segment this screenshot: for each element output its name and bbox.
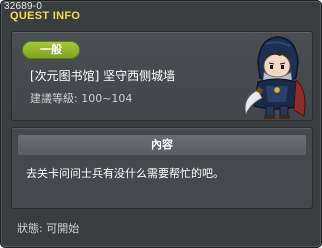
npc-portrait-icon — [244, 36, 306, 119]
content-header: 內容 — [18, 135, 306, 155]
quest-category-badge: 一般 — [22, 41, 80, 59]
recommended-level: 建議等級: 100~104 — [30, 92, 133, 105]
window-title: QUEST INFO — [10, 10, 81, 22]
content-text: 去关卡问问士兵有没什么需要帮忙的吧。 — [26, 167, 224, 180]
quest-info-window: 32689-0 QUEST INFO 一般 [次元图书馆] 坚守西侧城墙 建議等… — [0, 0, 322, 248]
quest-name: [次元图书馆] 坚守西侧城墙 — [30, 69, 176, 83]
quest-summary-panel: 一般 [次元图书馆] 坚守西侧城墙 建議等級: 100~104 — [11, 31, 313, 121]
quest-content-panel: 內容 去关卡问问士兵有没什么需要帮忙的吧。 — [11, 127, 313, 209]
quest-status: 狀態: 可開始 — [17, 222, 80, 235]
